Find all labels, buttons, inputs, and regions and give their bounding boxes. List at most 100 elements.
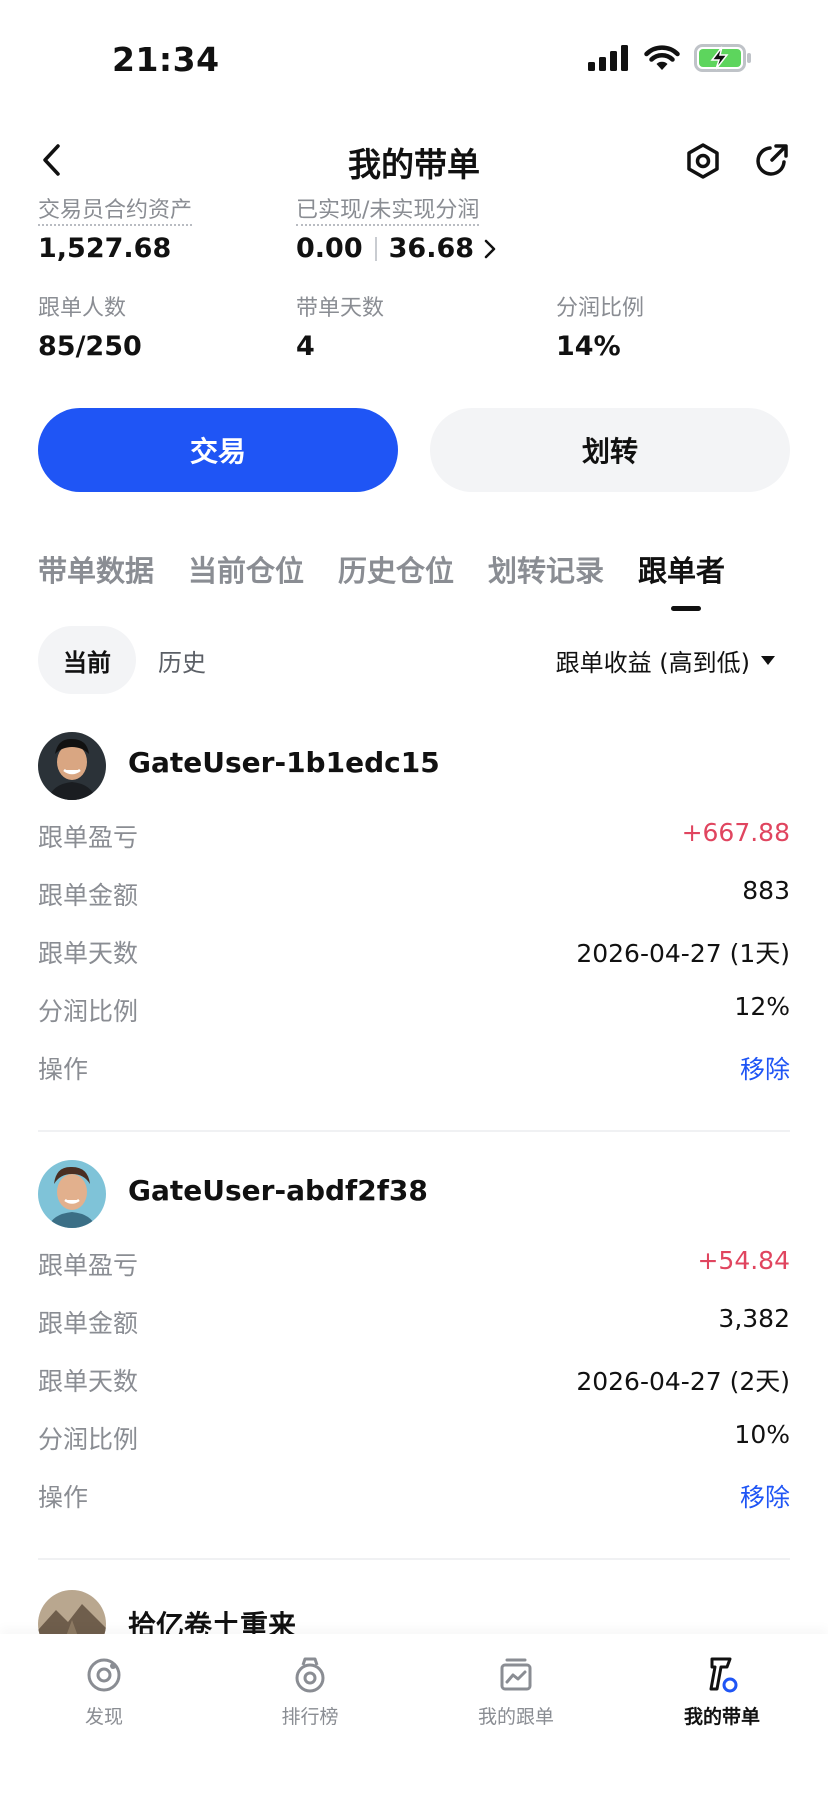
status-time: 21:34 <box>112 40 220 79</box>
lead-days-value: 4 <box>296 331 315 362</box>
hexagon-settings-icon <box>687 143 719 179</box>
realized-value: 0.00 <box>296 233 363 264</box>
tab-current-positions[interactable]: 当前仓位 <box>188 548 304 590</box>
share-ratio-row-label: 分润比例 <box>38 1425 139 1454</box>
share-ratio-label: 分润比例 <box>556 296 645 321</box>
chevron-right-icon <box>484 239 496 259</box>
nav-header: 我的带单 <box>0 120 828 200</box>
avatar <box>38 1160 106 1228</box>
contract-assets-label[interactable]: 交易员合约资产 <box>38 198 193 226</box>
profit-share-stat[interactable]: 已实现/未实现分润 0.00 36.68 <box>296 198 496 266</box>
battery-charging-icon <box>694 44 751 72</box>
follower-card: GateUser-1b1edc15 跟单盈亏 +667.88 跟单金额 883 … <box>38 732 790 1096</box>
followers-stat: 跟单人数 85/250 <box>38 294 142 364</box>
avatar <box>38 732 106 800</box>
tab-followers[interactable]: 跟单者 <box>638 548 725 590</box>
profit-share-label[interactable]: 已实现/未实现分润 <box>296 198 480 226</box>
pnl-value: +54.84 <box>697 1246 790 1275</box>
ranking-icon <box>295 1657 325 1693</box>
stats-row-1: 交易员合约资产 1,527.68 已实现/未实现分润 0.00 36.68 <box>38 198 798 294</box>
share-ratio-row: 分润比例 12% <box>38 980 790 1038</box>
amount-label: 跟单金额 <box>38 1309 139 1338</box>
share-button[interactable] <box>750 140 792 182</box>
follower-header: GateUser-1b1edc15 <box>38 732 790 806</box>
lead-days-stat: 带单天数 4 <box>296 294 384 364</box>
days-value: 2026-04-27 (2天) <box>576 1367 790 1396</box>
value-separator <box>374 237 377 261</box>
bottom-nav: 发现 排行榜 我的跟单 我的带单 <box>0 1634 828 1800</box>
card-divider <box>38 1130 790 1132</box>
amount-value: 883 <box>742 876 790 905</box>
pnl-label: 跟单盈亏 <box>38 1251 139 1280</box>
contract-assets-stat: 交易员合约资产 1,527.68 <box>38 198 193 266</box>
filter-history[interactable]: 历史 <box>158 626 206 694</box>
amount-label: 跟单金额 <box>38 881 139 910</box>
days-row: 跟单天数 2026-04-27 (2天) <box>38 1350 790 1408</box>
active-tab-indicator <box>671 606 701 611</box>
days-label: 跟单天数 <box>38 1367 139 1396</box>
follower-card: GateUser-abdf2f38 跟单盈亏 +54.84 跟单金额 3,382… <box>38 1160 790 1524</box>
trader-stats: 交易员合约资产 1,527.68 已实现/未实现分润 0.00 36.68 跟单… <box>38 198 798 390</box>
days-value: 2026-04-27 (1天) <box>576 939 790 968</box>
remove-follower-button[interactable]: 移除 <box>740 1478 790 1514</box>
tab-history-positions[interactable]: 历史仓位 <box>338 548 454 590</box>
days-label: 跟单天数 <box>38 939 139 968</box>
amount-row: 跟单金额 883 <box>38 864 790 922</box>
pnl-label: 跟单盈亏 <box>38 823 139 852</box>
followers-label: 跟单人数 <box>38 296 127 321</box>
contract-assets-value: 1,527.68 <box>38 233 172 264</box>
unrealized-value: 36.68 <box>388 233 475 264</box>
my-lead-icon <box>709 1657 738 1693</box>
bottom-nav-label: 我的跟单 <box>477 1706 554 1728</box>
wifi-icon <box>644 45 680 70</box>
settings-button[interactable] <box>682 140 724 182</box>
caret-down-icon <box>761 656 775 665</box>
status-icons <box>588 44 752 72</box>
sort-label: 跟单收益 (高到低) <box>555 648 750 677</box>
discover-icon <box>87 1658 121 1692</box>
lead-days-label: 带单天数 <box>296 296 385 321</box>
bottom-nav-label: 发现 <box>84 1706 123 1728</box>
stats-row-2: 跟单人数 85/250 带单天数 4 分润比例 14% <box>38 294 798 390</box>
share-ratio-row-value: 12% <box>734 992 790 1021</box>
profit-share-values[interactable]: 0.00 36.68 <box>296 232 496 266</box>
action-label: 操作 <box>38 1483 89 1512</box>
tab-bar: 带单数据 当前仓位 历史仓位 划转记录 跟单者 <box>38 548 818 618</box>
bottom-nav-my-copy[interactable]: 我的跟单 <box>446 1656 586 1729</box>
filter-current[interactable]: 当前 <box>38 626 136 694</box>
share-ratio-row-label: 分润比例 <box>38 997 139 1026</box>
follower-username: GateUser-abdf2f38 <box>128 1174 428 1207</box>
follower-filter-bar: 当前 历史 跟单收益 (高到低) <box>38 626 790 696</box>
trade-button[interactable]: 交易 <box>38 408 398 492</box>
action-row: 操作 移除 <box>38 1466 790 1524</box>
action-row: 操作 移除 <box>38 1038 790 1096</box>
followers-value: 85/250 <box>38 331 142 362</box>
remove-follower-button[interactable]: 移除 <box>740 1050 790 1086</box>
sort-dropdown[interactable]: 跟单收益 (高到低) <box>556 626 776 694</box>
share-icon <box>756 144 788 176</box>
share-ratio-value: 14% <box>556 331 621 362</box>
card-divider <box>38 1558 790 1560</box>
pnl-row: 跟单盈亏 +54.84 <box>38 1234 790 1292</box>
tab-transfer-records[interactable]: 划转记录 <box>488 548 604 590</box>
tab-lead-data[interactable]: 带单数据 <box>38 548 154 590</box>
bottom-nav-label: 我的带单 <box>683 1706 760 1728</box>
transfer-button[interactable]: 划转 <box>430 408 790 492</box>
days-row: 跟单天数 2026-04-27 (1天) <box>38 922 790 980</box>
bottom-nav-label: 排行榜 <box>281 1706 339 1728</box>
follower-header: GateUser-abdf2f38 <box>38 1160 790 1234</box>
bottom-nav-ranking[interactable]: 排行榜 <box>240 1656 380 1729</box>
amount-row: 跟单金额 3,382 <box>38 1292 790 1350</box>
amount-value: 3,382 <box>718 1304 790 1333</box>
share-ratio-row-value: 10% <box>734 1420 790 1449</box>
share-ratio-row: 分润比例 10% <box>38 1408 790 1466</box>
follower-username: GateUser-1b1edc15 <box>128 746 440 779</box>
share-ratio-stat: 分润比例 14% <box>556 294 644 364</box>
pnl-value: +667.88 <box>681 818 790 847</box>
bottom-nav-my-lead[interactable]: 我的带单 <box>652 1656 792 1729</box>
bottom-nav-discover[interactable]: 发现 <box>34 1656 174 1729</box>
status-bar: 21:34 <box>0 0 828 120</box>
cellular-signal-icon <box>588 45 628 71</box>
pnl-row: 跟单盈亏 +667.88 <box>38 806 790 864</box>
action-label: 操作 <box>38 1055 89 1084</box>
